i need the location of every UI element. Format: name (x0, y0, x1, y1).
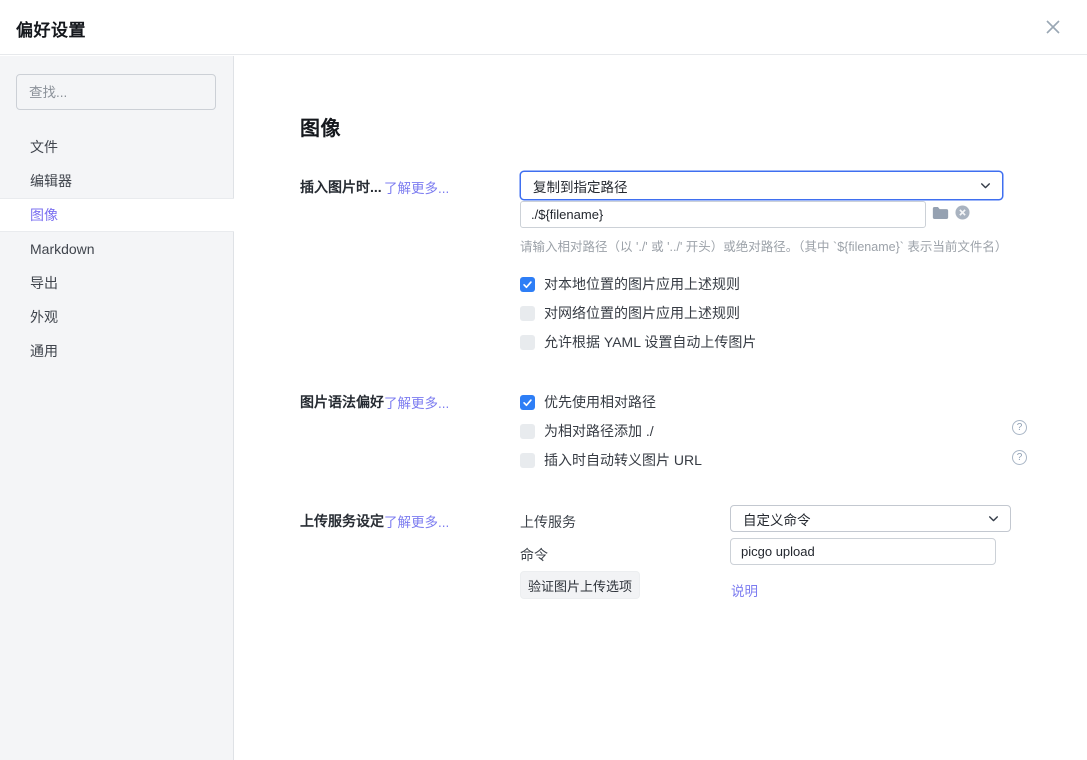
checkbox-label: 对网络位置的图片应用上述规则 (544, 303, 740, 323)
upload-service-value: 自定义命令 (743, 509, 811, 529)
upload-service-label: 上传服务 (520, 512, 576, 532)
folder-browse-button[interactable] (932, 206, 949, 220)
sidebar-item-export[interactable]: 导出 (0, 266, 234, 300)
close-icon (1044, 18, 1062, 36)
checkbox-unchecked[interactable] (520, 306, 535, 321)
folder-icon (932, 206, 949, 220)
sidebar-item-markdown[interactable]: Markdown (0, 232, 234, 266)
sidebar-nav: 文件 编辑器 图像 Markdown 导出 外观 通用 (0, 130, 234, 368)
command-input[interactable] (730, 538, 996, 565)
clear-circle-x-icon (955, 205, 970, 220)
checkbox-unchecked[interactable] (520, 335, 535, 350)
sidebar: 文件 编辑器 图像 Markdown 导出 外观 通用 (0, 56, 234, 760)
learn-more-link-image-syntax[interactable]: 了解更多... (384, 392, 449, 412)
checkbox-row-network-images[interactable]: 对网络位置的图片应用上述规则 (520, 303, 740, 323)
checkbox-unchecked[interactable] (520, 453, 535, 468)
sidebar-item-general[interactable]: 通用 (0, 334, 234, 368)
section-label-image-syntax: 图片语法偏好 (300, 392, 384, 412)
checkmark-icon (522, 397, 533, 408)
command-label: 命令 (520, 545, 548, 565)
insert-image-action-value: 复制到指定路径 (533, 176, 628, 196)
sidebar-item-appearance[interactable]: 外观 (0, 300, 234, 334)
clear-path-button[interactable] (955, 205, 970, 220)
path-hint-text: 请输入相对路径（以 './' 或 '../' 开头）或绝对路径。（其中 `${f… (520, 236, 1007, 255)
instructions-link[interactable]: 说明 (731, 580, 758, 600)
dialog-header: 偏好设置 (0, 0, 1087, 55)
search-input[interactable] (16, 74, 216, 110)
sidebar-item-image[interactable]: 图像 (0, 198, 234, 232)
checkbox-checked[interactable] (520, 395, 535, 410)
close-button[interactable] (1038, 12, 1068, 42)
dialog-title: 偏好设置 (16, 16, 86, 41)
checkbox-row-prefer-relative-path[interactable]: 优先使用相对路径 (520, 392, 656, 412)
checkbox-label: 允许根据 YAML 设置自动上传图片 (544, 332, 756, 352)
help-icon[interactable]: ? (1012, 450, 1027, 465)
insert-image-action-select[interactable]: 复制到指定路径 (520, 171, 1003, 200)
chevron-down-icon (979, 179, 992, 192)
section-label-upload-service: 上传服务设定 (300, 511, 384, 531)
checkbox-row-escape-image-url[interactable]: 插入时自动转义图片 URL (520, 450, 702, 470)
learn-more-link-insert-image[interactable]: 了解更多... (384, 177, 449, 197)
section-label-insert-image: 插入图片时... (300, 177, 382, 197)
page-title: 图像 (300, 112, 341, 141)
upload-service-select[interactable]: 自定义命令 (730, 505, 1011, 532)
checkbox-row-yaml-upload[interactable]: 允许根据 YAML 设置自动上传图片 (520, 332, 756, 352)
checkbox-label: 插入时自动转义图片 URL (544, 450, 702, 470)
copy-path-input[interactable] (520, 201, 926, 228)
checkbox-row-local-images[interactable]: 对本地位置的图片应用上述规则 (520, 274, 740, 294)
checkbox-label: 为相对路径添加 ./ (544, 421, 654, 441)
checkbox-checked[interactable] (520, 277, 535, 292)
sidebar-item-file[interactable]: 文件 (0, 130, 234, 164)
validate-upload-button[interactable]: 验证图片上传选项 (520, 571, 640, 599)
learn-more-link-upload-service[interactable]: 了解更多... (384, 511, 449, 531)
help-icon[interactable]: ? (1012, 420, 1027, 435)
checkbox-label: 优先使用相对路径 (544, 392, 656, 412)
sidebar-item-editor[interactable]: 编辑器 (0, 164, 234, 198)
checkmark-icon (522, 279, 533, 290)
preferences-dialog: 偏好设置 文件 编辑器 图像 Markdown 导出 外观 通用 图像 插入图片… (0, 0, 1087, 760)
checkbox-row-add-dot-slash[interactable]: 为相对路径添加 ./ (520, 421, 654, 441)
checkbox-label: 对本地位置的图片应用上述规则 (544, 274, 740, 294)
checkbox-unchecked[interactable] (520, 424, 535, 439)
chevron-down-icon (987, 512, 1000, 525)
